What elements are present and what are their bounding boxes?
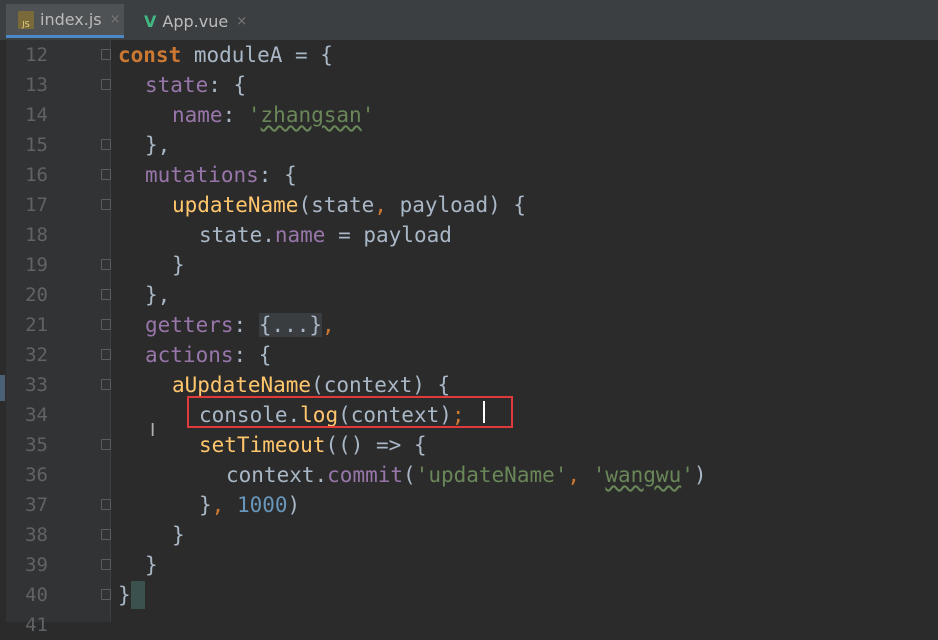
line-number: 39 (25, 554, 48, 576)
code-line: 13 state: { (0, 70, 938, 100)
fold-icon[interactable] (101, 289, 111, 300)
line-number: 16 (25, 164, 48, 186)
code-line: 41 (0, 610, 938, 640)
line-number: 15 (25, 134, 48, 156)
line-number: 37 (25, 494, 48, 516)
highlight-box (187, 396, 513, 428)
fold-icon[interactable] (101, 559, 111, 570)
code-line: 15 }, (0, 130, 938, 160)
tab-label: App.vue (162, 11, 229, 31)
code-text: } (145, 553, 158, 577)
editor-tab-bar: JS index.js × V App.vue × (0, 0, 938, 41)
code-line: 21 getters: {...}, (0, 310, 938, 340)
line-number: 38 (25, 524, 48, 546)
code-line: 39 } (0, 550, 938, 580)
code-line: 35 setTimeout(() => { (0, 430, 938, 460)
line-number: 12 (25, 44, 48, 66)
code-line: 20 }, (0, 280, 938, 310)
vue-file-icon: V (144, 11, 157, 31)
fold-icon[interactable] (101, 199, 111, 210)
fold-icon[interactable] (101, 49, 111, 60)
close-icon[interactable]: × (110, 12, 121, 27)
line-number: 36 (25, 464, 48, 486)
fold-icon[interactable] (101, 259, 111, 270)
code-text: const moduleA = { (118, 43, 333, 67)
line-number: 35 (25, 434, 48, 456)
code-line: 36 context.commit('updateName', 'wangwu'… (0, 460, 938, 490)
code-line: 18 state.name = payload (0, 220, 938, 250)
line-number: 32 (25, 344, 48, 366)
fold-icon[interactable] (101, 589, 111, 600)
fold-icon[interactable] (101, 439, 111, 450)
code-text: mutations: { (145, 163, 297, 187)
code-line: 19 } (0, 250, 938, 280)
code-line: 38 } (0, 520, 938, 550)
line-number: 20 (25, 284, 48, 306)
mouse-ibeam-icon: I (150, 420, 156, 441)
line-number: 34 (25, 404, 48, 426)
fold-icon[interactable] (101, 499, 111, 510)
line-number: 21 (25, 314, 48, 336)
line-number: 17 (25, 194, 48, 216)
code-editor[interactable]: 12 const moduleA = { 13 state: { 14 name… (0, 40, 938, 636)
code-line: 14 name: 'zhangsan' (0, 100, 938, 130)
code-line: 37 }, 1000) (0, 490, 938, 520)
code-text: name: 'zhangsan' (172, 103, 375, 127)
fold-icon[interactable] (101, 379, 111, 390)
close-icon[interactable]: × (236, 14, 247, 29)
line-number: 14 (25, 104, 48, 126)
line-number: 19 (25, 254, 48, 276)
code-text: state: { (145, 73, 247, 97)
text-cursor (483, 401, 485, 423)
code-text: }, (145, 283, 171, 307)
code-line: 17 updateName(state, payload) { (0, 190, 938, 220)
fold-icon[interactable] (101, 139, 111, 150)
code-text: } (172, 253, 185, 277)
js-file-icon: JS (18, 10, 34, 29)
code-text: context.commit('updateName', 'wangwu') (226, 463, 707, 487)
code-text: state.name = payload (199, 223, 452, 247)
code-text: } (118, 580, 145, 610)
tab-label: index.js (40, 10, 102, 29)
code-line: 32 actions: { (0, 340, 938, 370)
fold-icon[interactable] (101, 349, 111, 360)
code-text: }, (145, 133, 171, 157)
tab-index-js[interactable]: JS index.js × (6, 4, 124, 38)
line-number: 41 (25, 614, 48, 636)
line-number: 40 (25, 584, 48, 606)
code-line: 12 const moduleA = { (0, 40, 938, 70)
line-number: 18 (25, 224, 48, 246)
code-line: 16 mutations: { (0, 160, 938, 190)
code-text: } (172, 523, 185, 547)
line-number: 13 (25, 74, 48, 96)
line-number: 33 (25, 374, 48, 396)
fold-icon[interactable] (101, 319, 111, 330)
fold-icon[interactable] (101, 79, 111, 90)
folded-region[interactable]: {...} (258, 313, 323, 337)
code-text: }, 1000) (199, 493, 301, 517)
tab-app-vue[interactable]: V App.vue × (134, 4, 264, 38)
code-text: actions: { (145, 343, 272, 367)
code-line: 40 } (0, 580, 938, 610)
code-text: updateName(state, payload) { (172, 193, 527, 217)
fold-icon[interactable] (101, 529, 111, 540)
code-text: setTimeout(() => { (199, 433, 427, 457)
code-text: getters: {...}, (145, 313, 335, 337)
fold-icon[interactable] (101, 169, 111, 180)
